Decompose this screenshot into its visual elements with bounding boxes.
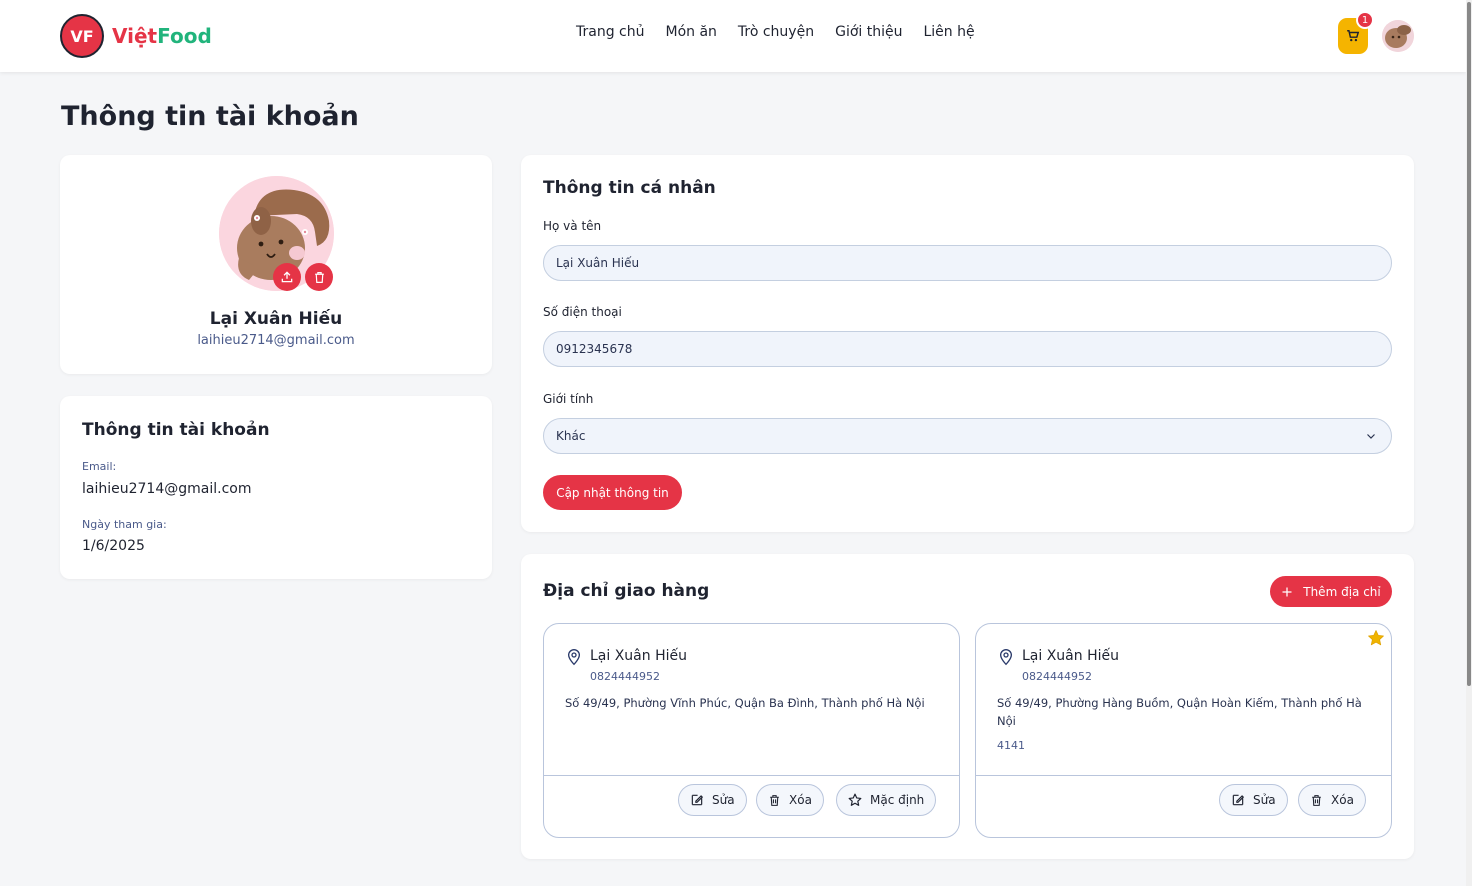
trash-icon bbox=[314, 271, 324, 283]
cart-count-badge: 1 bbox=[1356, 11, 1374, 29]
edit-icon bbox=[691, 794, 704, 806]
set-default-button[interactable]: Mặc định bbox=[836, 784, 937, 816]
main-nav: Trang chủ Món ăn Trò chuyện Giới thiệu L… bbox=[576, 24, 975, 40]
update-info-button[interactable]: Cập nhật thông tin bbox=[543, 475, 682, 510]
address-phone: 0824444952 bbox=[1022, 670, 1092, 683]
address-note: 4141 bbox=[997, 739, 1025, 752]
brand-logo[interactable]: VF ViệtFood bbox=[60, 14, 212, 58]
cart-icon bbox=[1347, 30, 1360, 42]
plus-icon bbox=[1282, 587, 1292, 596]
profile-name: Lại Xuân Hiếu bbox=[209, 309, 343, 329]
address-recipient-name: Lại Xuân Hiếu bbox=[1022, 648, 1119, 664]
user-avatar[interactable] bbox=[1382, 20, 1414, 52]
personal-info-card: Thông tin cá nhân Họ và tên Số điện thoạ… bbox=[521, 155, 1414, 532]
delete-avatar-button[interactable] bbox=[305, 263, 333, 291]
profile-email: laihieu2714@gmail.com bbox=[197, 333, 355, 348]
email-value: laihieu2714@gmail.com bbox=[82, 481, 252, 497]
trash-icon bbox=[770, 794, 779, 806]
address-line: Số 49/49, Phường Vĩnh Phúc, Quận Ba Đình… bbox=[565, 696, 925, 710]
delete-label: Xóa bbox=[789, 793, 812, 807]
trash-icon bbox=[1312, 794, 1321, 806]
shipping-address-card: Địa chỉ giao hàng Thêm địa chỉ Lại Xuân … bbox=[521, 554, 1414, 859]
gender-selected-value: Khác bbox=[556, 429, 586, 443]
edit-icon bbox=[1232, 794, 1245, 806]
delete-address-button[interactable]: Xóa bbox=[1298, 784, 1366, 816]
personal-info-title: Thông tin cá nhân bbox=[543, 178, 716, 198]
page-title: Thông tin tài khoản bbox=[61, 101, 359, 132]
logo-badge: VF bbox=[60, 14, 104, 58]
joined-value: 1/6/2025 bbox=[82, 538, 145, 554]
address-item: Lại Xuân Hiếu 0824444952 Số 49/49, Phườn… bbox=[543, 623, 960, 838]
joined-label: Ngày tham gia: bbox=[82, 518, 167, 531]
address-divider bbox=[976, 775, 1391, 776]
fullname-input[interactable] bbox=[543, 245, 1392, 281]
nav-item-contact[interactable]: Liên hệ bbox=[923, 24, 974, 40]
star-outline-icon bbox=[848, 793, 862, 806]
gender-label: Giới tính bbox=[543, 392, 594, 406]
upload-avatar-button[interactable] bbox=[273, 263, 301, 291]
default-label: Mặc định bbox=[870, 793, 925, 807]
phone-label: Số điện thoại bbox=[543, 305, 622, 319]
location-pin-icon bbox=[999, 649, 1013, 666]
delete-address-button[interactable]: Xóa bbox=[756, 784, 824, 816]
nav-item-dishes[interactable]: Món ăn bbox=[665, 24, 716, 40]
top-navbar: VF ViệtFood Trang chủ Món ăn Trò chuyện … bbox=[0, 0, 1466, 72]
address-item: Lại Xuân Hiếu 0824444952 Số 49/49, Phườn… bbox=[975, 623, 1392, 838]
chevron-down-icon bbox=[1367, 434, 1375, 439]
address-divider bbox=[544, 775, 959, 776]
add-address-label: Thêm địa chỉ bbox=[1303, 584, 1381, 599]
profile-card: Lại Xuân Hiếu laihieu2714@gmail.com bbox=[60, 155, 492, 374]
nav-item-chat[interactable]: Trò chuyện bbox=[738, 24, 814, 40]
upload-icon bbox=[281, 271, 293, 283]
shipping-address-title: Địa chỉ giao hàng bbox=[543, 581, 710, 601]
edit-address-button[interactable]: Sửa bbox=[1219, 784, 1288, 816]
address-phone: 0824444952 bbox=[590, 670, 660, 683]
delete-label: Xóa bbox=[1331, 793, 1354, 807]
edit-label: Sửa bbox=[712, 793, 735, 807]
gender-select[interactable]: Khác bbox=[543, 418, 1392, 454]
brand-name: ViệtFood bbox=[112, 24, 212, 48]
phone-input[interactable] bbox=[543, 331, 1392, 367]
address-recipient-name: Lại Xuân Hiếu bbox=[590, 648, 687, 664]
brand-name-part2: Food bbox=[157, 24, 212, 48]
scrollbar-thumb[interactable] bbox=[1467, 2, 1471, 686]
account-info-card: Thông tin tài khoản Email: laihieu2714@g… bbox=[60, 396, 492, 579]
account-info-title: Thông tin tài khoản bbox=[82, 420, 270, 440]
brand-name-part1: Việt bbox=[112, 24, 158, 48]
default-star-icon bbox=[1368, 630, 1384, 646]
location-pin-icon bbox=[567, 649, 581, 666]
nav-item-home[interactable]: Trang chủ bbox=[576, 24, 644, 40]
add-address-button[interactable]: Thêm địa chỉ bbox=[1270, 576, 1392, 607]
edit-label: Sửa bbox=[1253, 793, 1276, 807]
nav-item-about[interactable]: Giới thiệu bbox=[835, 24, 902, 40]
fullname-label: Họ và tên bbox=[543, 219, 602, 233]
edit-address-button[interactable]: Sửa bbox=[678, 784, 747, 816]
avatar-image bbox=[1382, 20, 1414, 52]
email-label: Email: bbox=[82, 460, 117, 473]
address-line: Số 49/49, Phường Hàng Buồm, Quận Hoàn Ki… bbox=[997, 696, 1362, 728]
